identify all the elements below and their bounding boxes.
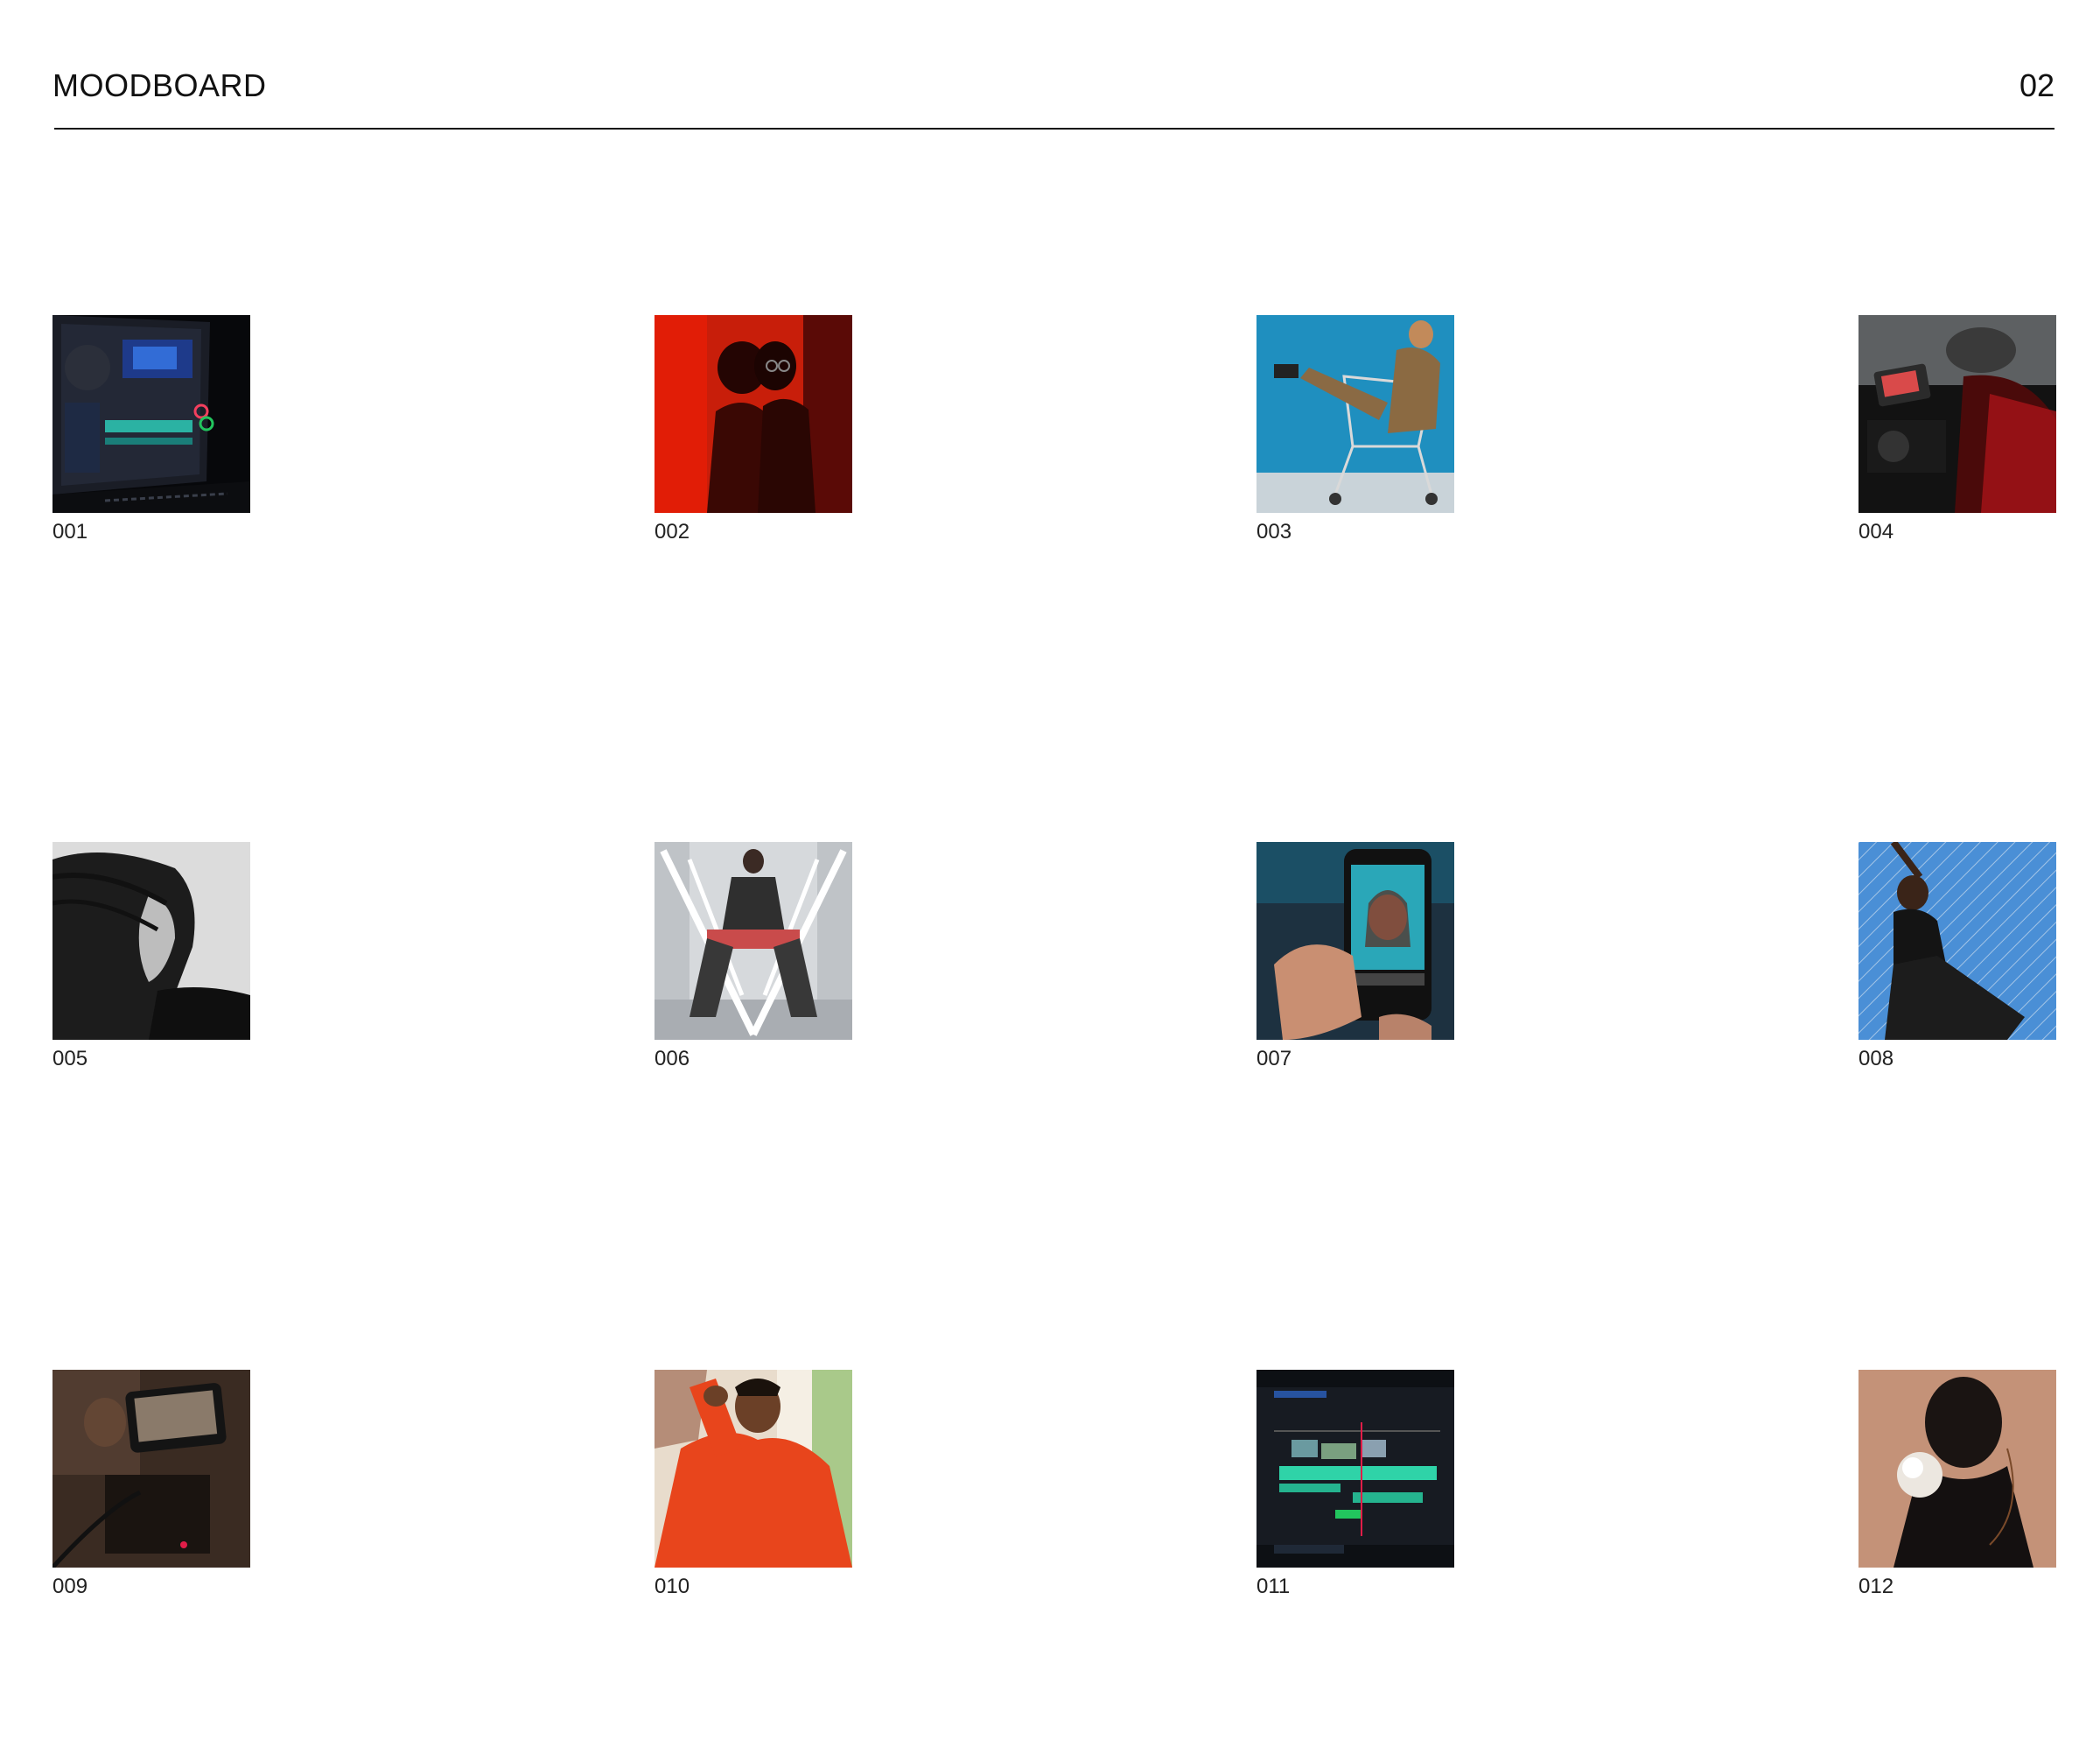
fence-sky-portrait-thumbnail	[1858, 842, 2056, 1040]
tile-label: 012	[1858, 1575, 1894, 1598]
red-lit-portrait-thumbnail	[654, 315, 852, 513]
tile-label: 011	[1256, 1575, 1291, 1598]
page-title: MOODBOARD	[52, 67, 267, 103]
moodboard-tile-009[interactable]: 009	[52, 1370, 250, 1599]
tile-label: 004	[1858, 520, 1894, 544]
moodboard-tile-004[interactable]: 004	[1858, 315, 2056, 544]
neon-v-seated-portrait-thumbnail	[654, 842, 852, 1040]
windblown-hair-bw-portrait-thumbnail	[52, 842, 250, 1040]
moodboard-tile-002[interactable]: 002	[654, 315, 852, 544]
tile-label: 005	[52, 1047, 88, 1070]
moodboard-tile-003[interactable]: 003	[1256, 315, 1454, 544]
moodboard-tile-007[interactable]: 007	[1256, 842, 1454, 1071]
orange-shirt-portrait-thumbnail	[654, 1370, 852, 1568]
tile-label: 007	[1256, 1047, 1292, 1070]
tile-label: 001	[52, 520, 88, 544]
tile-label: 002	[654, 520, 690, 544]
camera-monitor-rig-thumbnail	[52, 1370, 250, 1568]
moodboard-tile-011[interactable]: 011	[1256, 1370, 1454, 1599]
phone-photo-editing-thumbnail	[1256, 842, 1454, 1040]
page-number: 02	[2019, 67, 2054, 103]
camera-operator-red-light-thumbnail	[1858, 315, 2056, 513]
video-editing-laptop-thumbnail	[52, 315, 250, 513]
tile-label: 006	[654, 1047, 690, 1070]
editing-timeline-screen-thumbnail	[1256, 1370, 1454, 1568]
flower-portrait-thumbnail	[1858, 1370, 2056, 1568]
shopping-cart-portrait-thumbnail	[1256, 315, 1454, 513]
tile-label: 010	[654, 1575, 690, 1598]
moodboard-tile-012[interactable]: 012	[1858, 1370, 2056, 1599]
tile-label: 003	[1256, 520, 1292, 544]
page-header: MOODBOARD 02	[52, 0, 2054, 130]
tile-label: 008	[1858, 1047, 1894, 1070]
tile-label: 009	[52, 1575, 88, 1598]
moodboard-tile-005[interactable]: 005	[52, 842, 250, 1071]
header-divider	[54, 128, 2054, 130]
moodboard-tile-010[interactable]: 010	[654, 1370, 852, 1599]
moodboard-tile-006[interactable]: 006	[654, 842, 852, 1071]
moodboard-tile-001[interactable]: 001	[52, 315, 250, 544]
moodboard-tile-008[interactable]: 008	[1858, 842, 2056, 1071]
